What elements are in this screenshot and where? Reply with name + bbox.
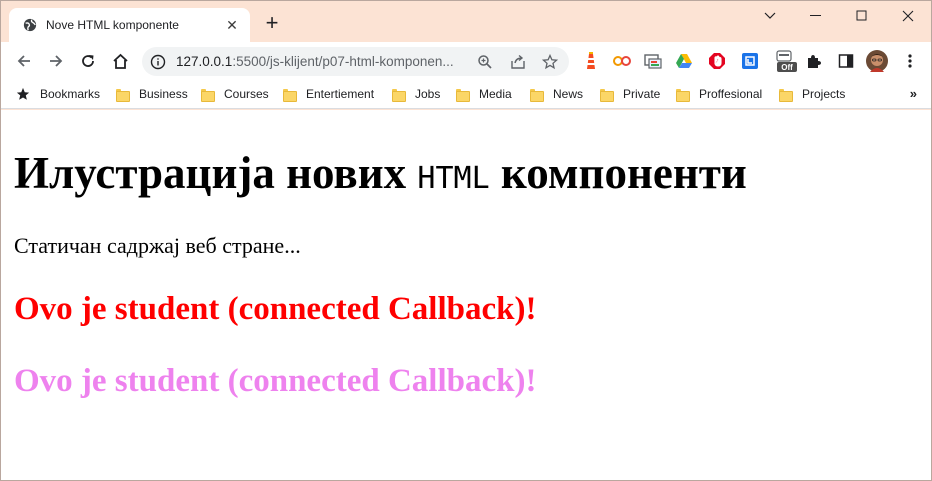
bookmark-folder[interactable]: Entertiement bbox=[283, 85, 374, 103]
url-host: 127.0.0.1 bbox=[176, 54, 233, 69]
bookmark-folder-label: Media bbox=[479, 87, 512, 101]
heading-code: HTML bbox=[417, 161, 490, 196]
extension-google-drive-icon[interactable] bbox=[674, 51, 694, 71]
bookmark-folder-label: Private bbox=[623, 87, 661, 101]
url-text: 127.0.0.1:5500/js-klijent/p07-html-kompo… bbox=[176, 54, 454, 69]
off-badge-text: Off bbox=[781, 63, 793, 72]
url-path: :5500/js-klijent/p07-html-komponen... bbox=[232, 54, 454, 69]
static-content-text: Статичан садржај веб стране... bbox=[14, 233, 301, 258]
browser-window: Nove HTML komponente ✕ + 127.0.0.1:5500/… bbox=[0, 0, 932, 481]
bookmark-folder[interactable]: News bbox=[530, 85, 583, 103]
minimize-icon[interactable] bbox=[793, 1, 839, 31]
forward-icon[interactable] bbox=[42, 47, 70, 75]
tab-strip: Nove HTML komponente ✕ + bbox=[1, 1, 931, 42]
folder-icon bbox=[456, 88, 470, 102]
heading-text-end: компоненти bbox=[489, 148, 747, 198]
sidepanel-icon[interactable] bbox=[836, 51, 856, 71]
bookmark-folder-label: Jobs bbox=[415, 87, 441, 101]
bookmark-folder[interactable]: Proffesional bbox=[676, 85, 762, 103]
address-bar[interactable]: 127.0.0.1:5500/js-klijent/p07-html-kompo… bbox=[142, 47, 569, 76]
folder-icon bbox=[530, 88, 544, 102]
chevron-down-icon[interactable] bbox=[747, 1, 793, 31]
student-component-violet: Ovo je student (connected Callback)! bbox=[14, 363, 537, 399]
close-icon[interactable]: ✕ bbox=[224, 17, 240, 33]
bookmark-folder-label: Business bbox=[139, 87, 188, 101]
home-icon[interactable] bbox=[106, 47, 134, 75]
folder-icon bbox=[116, 88, 130, 102]
reload-icon[interactable] bbox=[74, 47, 102, 75]
info-icon[interactable] bbox=[150, 54, 166, 70]
star-icon bbox=[16, 87, 30, 100]
avatar[interactable] bbox=[866, 50, 888, 72]
folder-icon bbox=[201, 88, 215, 102]
bookmark-folder-label: Proffesional bbox=[699, 87, 763, 101]
bookmarks-bar: Bookmarks Business Courses Entertiement … bbox=[1, 80, 931, 109]
maximize-icon[interactable] bbox=[839, 1, 885, 31]
zoom-icon[interactable] bbox=[475, 52, 495, 72]
extension-off-icon[interactable]: Off bbox=[774, 48, 798, 74]
bookmark-bookmarks[interactable]: Bookmarks bbox=[16, 85, 100, 103]
extension-lighthouse-icon[interactable] bbox=[581, 51, 601, 71]
extension-co-icon[interactable] bbox=[612, 51, 632, 71]
share-icon[interactable] bbox=[508, 52, 528, 72]
globe-icon bbox=[23, 18, 37, 32]
bookmark-label: Bookmarks bbox=[40, 87, 101, 101]
bookmark-folder-label: Projects bbox=[802, 87, 846, 101]
extension-square-icon[interactable] bbox=[740, 51, 760, 71]
tab-title: Nove HTML komponente bbox=[46, 18, 179, 32]
toolbar: 127.0.0.1:5500/js-klijent/p07-html-kompo… bbox=[1, 42, 931, 80]
bookmark-folder[interactable]: Courses bbox=[201, 85, 269, 103]
extension-screen-icon[interactable] bbox=[643, 51, 663, 71]
bookmark-folder[interactable]: Business bbox=[116, 85, 188, 103]
student-component-red: Ovo je student (connected Callback)! bbox=[14, 291, 537, 327]
tab-active[interactable]: Nove HTML komponente ✕ bbox=[9, 8, 250, 42]
page-content: Илустрација нових HTML компоненти Статич… bbox=[1, 110, 931, 480]
window-close-icon[interactable] bbox=[885, 1, 931, 31]
star-icon[interactable] bbox=[540, 52, 560, 72]
folder-icon bbox=[600, 88, 614, 102]
bookmark-folder[interactable]: Projects bbox=[779, 85, 845, 103]
back-icon[interactable] bbox=[10, 47, 38, 75]
page-heading: Илустрација нових HTML компоненти bbox=[14, 147, 747, 199]
folder-icon bbox=[779, 88, 793, 102]
bookmarks-more-button[interactable]: » bbox=[910, 86, 917, 101]
heading-text-start: Илустрација нових bbox=[14, 148, 418, 198]
bookmark-folder[interactable]: Media bbox=[456, 85, 512, 103]
bookmark-folder[interactable]: Private bbox=[600, 85, 660, 103]
extension-adblock-icon[interactable] bbox=[707, 51, 727, 71]
folder-icon bbox=[392, 88, 406, 102]
folder-icon bbox=[676, 88, 690, 102]
bookmark-folder-label: Courses bbox=[224, 87, 269, 101]
bookmark-folder[interactable]: Jobs bbox=[392, 85, 440, 103]
bookmark-folder-label: News bbox=[553, 87, 584, 101]
puzzle-icon[interactable] bbox=[804, 51, 824, 71]
menu-icon[interactable] bbox=[900, 51, 920, 71]
plus-icon[interactable]: + bbox=[260, 12, 284, 36]
folder-icon bbox=[283, 88, 297, 102]
bookmark-folder-label: Entertiement bbox=[306, 87, 375, 101]
